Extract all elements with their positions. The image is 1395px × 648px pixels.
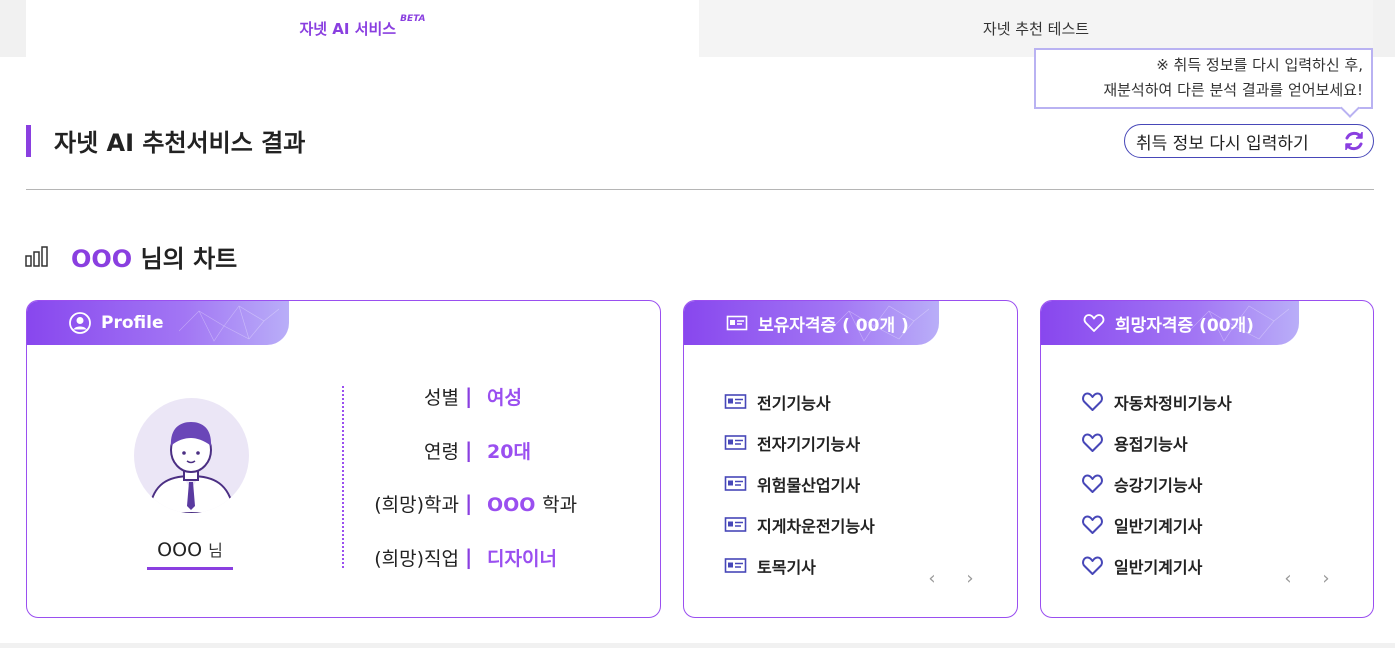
list-item-label: 일반기계기사: [1114, 557, 1203, 577]
list-item-label: 승강기기능사: [1114, 475, 1203, 495]
tab-ai-service-label: 자넷 AI 서비스: [299, 20, 397, 38]
profile-row-value: 여성: [477, 383, 522, 410]
reenter-tooltip: ※ 취득 정보를 다시 입력하신 후, 재분석하여 다른 분석 결과를 얻어보세…: [1034, 48, 1373, 109]
heart-icon: [1083, 314, 1105, 332]
dotted-divider: [342, 386, 344, 568]
heart-icon: [1082, 556, 1103, 575]
list-item-label: 전기기능사: [757, 393, 831, 413]
bar-chart-icon: [25, 246, 48, 267]
network-pattern: [1189, 305, 1289, 342]
list-item-label: 자동차정비기능사: [1114, 393, 1232, 413]
list-item[interactable]: 위험물산업기사: [724, 463, 875, 504]
profile-row-value: 디자이너: [477, 544, 557, 571]
profile-row-gender: 성별 | 여성: [347, 381, 522, 411]
page-title: 자넷 AI 추천서비스 결과: [54, 129, 306, 157]
tab-recommend-test-label: 자넷 추천 테스트: [982, 20, 1090, 38]
profile-row-age: 연령 | 20대: [347, 435, 531, 465]
reenter-info-label: 취득 정보 다시 입력하기: [1136, 133, 1309, 154]
chart-section-title: OOO 님의 차트: [71, 239, 237, 274]
profile-row-value: OOO 학과: [477, 490, 577, 517]
heart-icon: [1082, 515, 1103, 534]
list-item-label: 일반기계기사: [1114, 516, 1203, 536]
owned-certs-header: 보유자격증 ( 00개 ): [684, 301, 939, 345]
list-item[interactable]: 토목기사: [724, 545, 875, 586]
list-item-label: 위험물산업기사: [757, 475, 861, 495]
list-item-label: 전자기기기능사: [757, 434, 861, 454]
profile-name-value: OOO: [157, 539, 203, 561]
wish-certs-pager: ‹ ›: [1279, 568, 1335, 589]
profile-row-value-suffix: 학과: [542, 493, 578, 516]
section-divider: [26, 189, 1374, 190]
profile-row-separator: |: [465, 384, 473, 408]
profile-name: OOO 님: [147, 537, 233, 570]
list-item[interactable]: 일반기계기사: [1081, 504, 1232, 545]
wish-certs-list: 자동차정비기능사 용접기능사 승강기기능사 일반기계기사 일반기계기사: [1081, 381, 1232, 586]
profile-card-header: Profile: [27, 301, 289, 345]
chart-title-suffix: 님의 차트: [140, 245, 238, 273]
profile-honorific: 님: [208, 541, 223, 560]
network-pattern: [179, 305, 279, 342]
list-item[interactable]: 자동차정비기능사: [1081, 381, 1232, 422]
profile-row-label: 성별: [424, 386, 459, 409]
next-page-button[interactable]: ›: [961, 568, 979, 589]
profile-row-label: 연령: [424, 440, 459, 463]
profile-row-separator: |: [465, 438, 473, 462]
heart-icon: [1082, 433, 1103, 452]
list-item[interactable]: 전기기능사: [724, 381, 875, 422]
profile-row-value-text: 20대: [487, 440, 531, 463]
profile-row-separator: |: [465, 545, 473, 569]
list-item-label: 토목기사: [757, 557, 816, 577]
avatar-illustration: [147, 422, 236, 513]
avatar: [134, 398, 249, 513]
id-card-icon: [724, 558, 747, 573]
list-item-label: 용접기능사: [1114, 434, 1188, 454]
prev-page-button[interactable]: ‹: [1279, 568, 1297, 589]
wish-certs-card: 희망자격증 (00개) 자동차정비기능사 용접기능사 승강기기능사 일반기계기사: [1040, 300, 1374, 618]
list-item[interactable]: 승강기기능사: [1081, 463, 1232, 504]
user-circle-icon: [69, 312, 91, 334]
profile-heading: Profile: [101, 313, 164, 333]
prev-page-button[interactable]: ‹: [923, 568, 941, 589]
profile-card: Profile OOO 님 성별 | 여성 연령 | 20대 (희망)학과 | …: [26, 300, 661, 618]
reenter-info-button[interactable]: 취득 정보 다시 입력하기: [1124, 124, 1374, 158]
id-card-icon: [726, 315, 748, 331]
main-content: 자넷 AI 추천서비스 결과 ※ 취득 정보를 다시 입력하신 후, 재분석하여…: [0, 48, 1395, 643]
tooltip-line-2: 재분석하여 다른 분석 결과를 얻어보세요!: [1103, 81, 1363, 99]
list-item-label: 지게차운전기능사: [757, 516, 875, 536]
tooltip-line-1: ※ 취득 정보를 다시 입력하신 후,: [1156, 56, 1363, 74]
profile-row-label: (희망)학과: [374, 493, 459, 516]
profile-row-label: (희망)직업: [374, 547, 459, 570]
title-accent-bar: [26, 125, 31, 157]
next-page-button[interactable]: ›: [1317, 568, 1335, 589]
wish-certs-header: 희망자격증 (00개): [1041, 301, 1299, 345]
beta-badge: BETA: [400, 13, 426, 24]
refresh-icon: [1345, 131, 1363, 151]
id-card-icon: [724, 394, 747, 409]
list-item[interactable]: 지게차운전기능사: [724, 504, 875, 545]
owned-certs-card: 보유자격증 ( 00개 ) 전기기능사 전자기기기능사 위험물산업기사 지게차운…: [683, 300, 1018, 618]
tab-ai-service[interactable]: 자넷 AI 서비스 BETA: [26, 0, 699, 57]
list-item[interactable]: 전자기기기능사: [724, 422, 875, 463]
profile-row-value-text: 여성: [487, 386, 522, 409]
list-item[interactable]: 일반기계기사: [1081, 545, 1232, 586]
network-pattern: [829, 305, 929, 342]
chart-user-name: OOO: [71, 245, 133, 273]
heart-icon: [1082, 474, 1103, 493]
id-card-icon: [724, 517, 747, 532]
heart-icon: [1082, 392, 1103, 411]
list-item[interactable]: 용접기능사: [1081, 422, 1232, 463]
profile-row-value-text: OOO: [487, 493, 536, 516]
profile-row-major: (희망)학과 | OOO 학과: [347, 488, 577, 518]
id-card-icon: [724, 435, 747, 450]
owned-certs-list: 전기기능사 전자기기기능사 위험물산업기사 지게차운전기능사 토목기사: [724, 381, 875, 586]
profile-row-value-text: 디자이너: [487, 547, 557, 570]
profile-row-value: 20대: [477, 437, 531, 464]
profile-row-separator: |: [465, 491, 473, 515]
owned-certs-pager: ‹ ›: [923, 568, 979, 589]
profile-row-job: (희망)직업 | 디자이너: [347, 542, 557, 572]
id-card-icon: [724, 476, 747, 491]
